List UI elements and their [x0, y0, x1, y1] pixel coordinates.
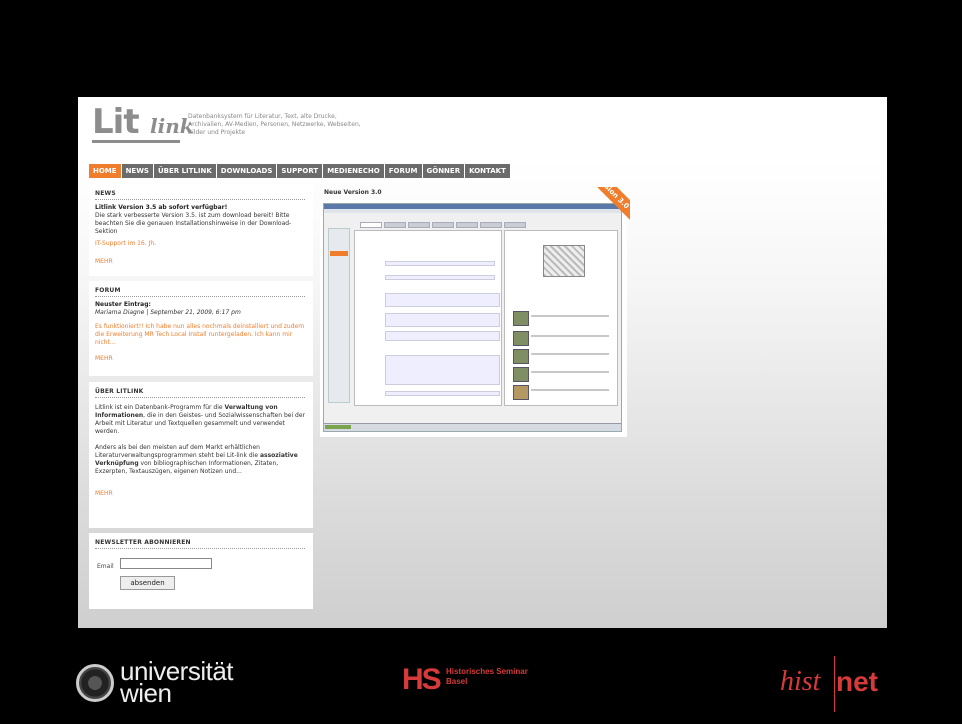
list-row [531, 353, 609, 355]
nav-kontakt[interactable]: KONTAKT [465, 164, 511, 178]
university-seal-icon [76, 664, 114, 702]
form-field [385, 313, 500, 327]
about-panel: ÜBER LITLINK Litlink ist ein Datenbank-P… [89, 382, 313, 528]
form-field [385, 261, 495, 266]
version-ribbon: Version 3.0 [582, 187, 630, 222]
nav-medienecho[interactable]: MEDIENECHO [323, 164, 385, 178]
news-body: Die stark verbesserte Version 3.5. ist z… [95, 212, 292, 235]
hs-line-1: Historisches Seminar [446, 667, 528, 676]
submit-button[interactable]: absenden [120, 576, 175, 590]
map-thumbnail-image [543, 245, 585, 277]
divider [95, 397, 305, 398]
list-row [531, 371, 609, 373]
thumbnail-image [513, 349, 529, 364]
nav-home[interactable]: HOME [89, 164, 122, 178]
nav-downloads[interactable]: DOWNLOADS [216, 164, 278, 178]
about-more-link[interactable]: MEHR [95, 490, 113, 497]
form-field [385, 391, 500, 396]
list-row [531, 335, 609, 337]
hs-line-2: Basel [446, 677, 468, 686]
news-more-link[interactable]: MEHR [95, 258, 113, 265]
forum-headline: Neuster Eintrag: [95, 301, 151, 308]
forum-title: FORUM [95, 287, 121, 294]
nav-forum[interactable]: FORUM [384, 164, 423, 178]
nav-ueber-litlink[interactable]: ÜBER LITLINK [153, 164, 217, 178]
forum-more-link[interactable]: MEHR [95, 355, 113, 362]
divider [95, 548, 305, 549]
logo-underline [92, 140, 180, 143]
window-sidebar [328, 228, 350, 403]
thumbnail-image [513, 331, 529, 346]
news-headline[interactable]: Litlink Version 3.5 ab sofort verfügbar! [95, 204, 305, 212]
divider [95, 199, 305, 200]
litlink-logo[interactable]: Lit link [92, 102, 194, 143]
histnet-logo-net: net [836, 666, 878, 697]
news-panel: NEWS Litlink Version 3.5 ab sofort verfü… [89, 184, 313, 276]
main-navigation: HOME NEWS ÜBER LITLINK DOWNLOADS SUPPORT… [89, 164, 511, 178]
newsletter-panel: NEWSLETTER ABONNIEREN Email absenden [89, 533, 313, 609]
nav-news[interactable]: NEWS [121, 164, 154, 178]
form-field [385, 275, 495, 280]
version-ribbon-wrap: Version 3.0 [320, 187, 630, 247]
thumbnail-image [513, 311, 529, 326]
histnet-logo-hist: hist [780, 666, 821, 697]
window-main-pane [354, 230, 502, 406]
news-title: NEWS [95, 190, 116, 197]
email-label: Email [97, 563, 114, 570]
forum-panel: FORUM Neuster Eintrag: Mariama Diagne | … [89, 281, 313, 376]
litlink-website: Lit link Datenbanksystem für Literatur, … [78, 97, 887, 628]
thumbnail-image [513, 367, 529, 382]
forum-meta: Mariama Diagne | September 21, 2009, 6:1… [95, 309, 241, 316]
about-paragraph-2: Anders als bei den meisten auf dem Markt… [95, 444, 298, 475]
list-row [531, 389, 609, 391]
nav-goenner[interactable]: GÖNNER [422, 164, 466, 178]
site-tagline: Datenbanksystem für Literatur, Text, alt… [188, 113, 361, 136]
divider [95, 296, 305, 297]
histnet-divider [834, 656, 835, 712]
start-button [325, 425, 351, 429]
form-field [385, 355, 500, 385]
uni-wien-logo: universität wien [120, 658, 234, 706]
hs-logo-text: Historisches Seminar Basel [446, 667, 528, 687]
window-right-pane [504, 230, 618, 406]
nav-support[interactable]: SUPPORT [277, 164, 324, 178]
about-paragraph-1: Litlink ist ein Datenbank-Programm für d… [95, 404, 305, 435]
email-field[interactable] [120, 558, 212, 569]
form-field [385, 293, 500, 307]
list-row [531, 315, 609, 317]
newsletter-title: NEWSLETTER ABONNIEREN [95, 539, 191, 546]
form-field [385, 331, 500, 341]
logo-text-main: Lit [92, 102, 140, 142]
about-title: ÜBER LITLINK [95, 388, 144, 395]
hs-logo-mark: HS [402, 663, 442, 696]
thumbnail-image [513, 385, 529, 400]
sidebar-highlight [330, 251, 348, 256]
taskbar [324, 423, 621, 431]
forum-excerpt-link[interactable]: Es funktioniert!! Ich habe nun alles noc… [95, 323, 307, 347]
news-notice-link[interactable]: IT-Support im 16. Jh. [95, 240, 307, 248]
